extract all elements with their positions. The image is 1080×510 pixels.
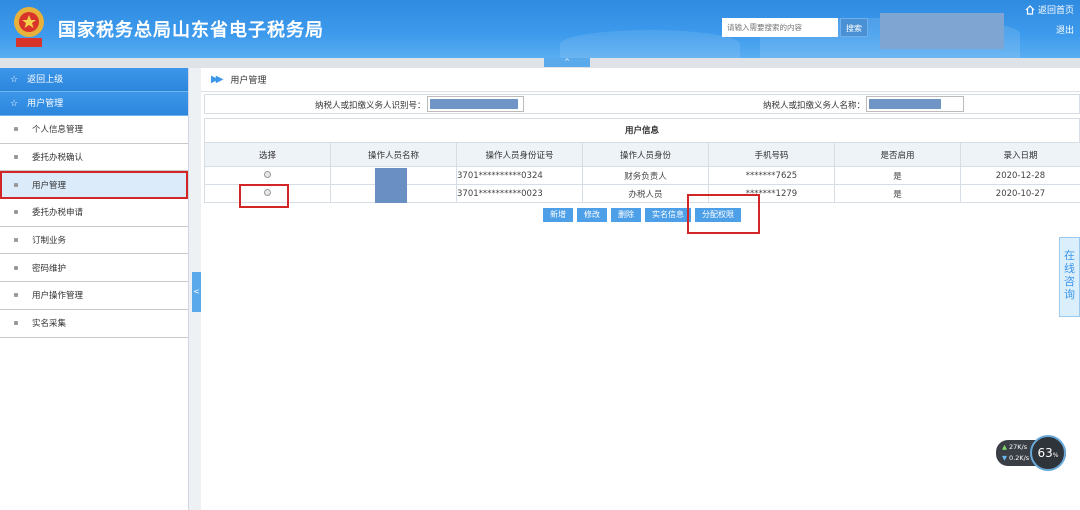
bullet-icon <box>14 238 18 243</box>
header-decoration <box>560 30 740 58</box>
enabled-cell: 是 <box>834 166 961 185</box>
search-input[interactable] <box>722 18 838 37</box>
sidebar-item-label: 密码维护 <box>32 263 67 274</box>
sidebar-item-label: 用户管理 <box>32 180 67 191</box>
role-cell: 财务负责人 <box>582 166 709 185</box>
col-header-role: 操作人员身份 <box>582 142 709 167</box>
date-cell: 2020-12-28 <box>960 166 1080 185</box>
table-row[interactable]: 3701**********0324 财务负责人 *******7625 是 2… <box>204 166 1080 185</box>
breadcrumb-label: 用户管理 <box>230 76 267 86</box>
sidebar: ☆ 返回上级 ☆ 用户管理 个人信息管理 委托办税确认 用户管理 委托办税申请 … <box>0 68 189 510</box>
add-button[interactable]: 新增 <box>543 208 573 222</box>
sidebar-back[interactable]: ☆ 返回上级 <box>0 68 188 92</box>
bullet-icon <box>14 265 18 270</box>
sidebar-item-label: 订制业务 <box>32 236 67 247</box>
date-cell: 2020-10-27 <box>960 184 1080 203</box>
double-arrow-icon: ▶▶ <box>211 74 224 85</box>
breadcrumb: ▶▶ 用户管理 <box>201 68 1080 92</box>
bullet-icon <box>14 155 18 160</box>
logout-link[interactable]: 退出 <box>1056 23 1074 36</box>
site-title: 国家税务总局山东省电子税务局 <box>58 20 324 41</box>
upload-unit: K/s <box>1017 443 1028 451</box>
sidebar-item-label: 委托办税确认 <box>32 153 84 164</box>
sidebar-item-label: 实名采集 <box>32 319 67 330</box>
highlight-box-radio <box>239 184 289 208</box>
sidebar-collapse-button[interactable]: < <box>192 272 201 312</box>
table-title: 用户信息 <box>204 118 1080 142</box>
home-icon <box>1025 4 1035 15</box>
taxpayer-name-label: 纳税人或扣缴义务人名称： <box>763 101 866 111</box>
user-table: 用户信息 选择 操作人员名称 操作人员身份证号 操作人员身份 手机号码 是否启用… <box>204 118 1080 203</box>
col-header-select: 选择 <box>204 142 331 167</box>
star-icon: ☆ <box>10 74 19 85</box>
sidebar-item-delegation-apply[interactable]: 委托办税申请 <box>0 199 188 227</box>
delete-button[interactable]: 删除 <box>611 208 641 222</box>
sidebar-section-header[interactable]: ☆ 用户管理 <box>0 92 188 116</box>
select-cell <box>204 166 331 185</box>
sidebar-item-delegation-confirm[interactable]: 委托办税确认 <box>0 144 188 172</box>
sidebar-item-label: 委托办税申请 <box>32 208 84 219</box>
id-cell: 3701**********0023 <box>456 184 583 203</box>
bullet-icon <box>14 127 18 132</box>
enabled-cell: 是 <box>834 184 961 203</box>
phone-cell: *******7625 <box>708 166 835 185</box>
edit-button[interactable]: 修改 <box>577 208 607 222</box>
redacted-value <box>869 99 941 109</box>
down-arrow-icon: ▼ <box>1002 454 1007 462</box>
sidebar-item-user-operations[interactable]: 用户操作管理 <box>0 282 188 310</box>
home-link[interactable]: 返回首页 <box>1025 3 1074 16</box>
taxpayer-id-label: 纳税人或扣缴义务人识别号： <box>315 101 426 111</box>
sidebar-section-label: 用户管理 <box>27 98 64 109</box>
redacted-value <box>430 99 518 109</box>
id-cell: 3701**********0324 <box>456 166 583 185</box>
usage-gauge: 63% <box>1030 435 1066 471</box>
row-radio[interactable] <box>264 170 271 178</box>
bullet-icon <box>14 210 18 215</box>
sidebar-item-user-management[interactable]: 用户管理 <box>0 171 188 200</box>
home-link-label: 返回首页 <box>1037 6 1074 16</box>
upload-speed: ▲ 27K/s <box>1002 443 1027 451</box>
bullet-icon <box>14 182 18 187</box>
sidebar-item-custom-business[interactable]: 订制业务 <box>0 227 188 255</box>
tax-emblem-icon <box>14 7 44 47</box>
col-header-id: 操作人员身份证号 <box>456 142 583 167</box>
sidebar-item-label: 用户操作管理 <box>32 291 84 302</box>
realname-info-button[interactable]: 实名信息 <box>645 208 691 222</box>
bullet-icon <box>14 321 18 326</box>
header-collapse-strip <box>0 58 1080 68</box>
highlight-box-assign <box>687 194 760 234</box>
taxpayer-name-field[interactable] <box>866 96 964 112</box>
gauge-unit: % <box>1052 452 1059 459</box>
download-unit: K/s <box>1019 454 1030 462</box>
star-icon: ☆ <box>10 98 19 109</box>
user-info-table: 选择 操作人员名称 操作人员身份证号 操作人员身份 手机号码 是否启用 录入日期… <box>204 142 1080 203</box>
table-row[interactable]: 3701**********0023 办税人员 *******1279 是 20… <box>204 184 1080 203</box>
header-collapse-button[interactable]: ^ <box>544 58 590 67</box>
taxpayer-id-field[interactable] <box>427 96 524 112</box>
bullet-icon <box>14 293 18 298</box>
user-info-redacted <box>880 13 1004 49</box>
filter-row: 纳税人或扣缴义务人识别号： 纳税人或扣缴义务人名称： <box>204 94 1080 114</box>
gauge-value: 63 <box>1037 446 1053 460</box>
col-header-enabled: 是否启用 <box>834 142 961 167</box>
download-value: 0.2 <box>1009 454 1020 462</box>
sidebar-item-label: 个人信息管理 <box>32 125 84 136</box>
top-header: 国家税务总局山东省电子税务局 搜索 返回首页 退出 <box>0 0 1080 58</box>
table-header-row: 选择 操作人员名称 操作人员身份证号 操作人员身份 手机号码 是否启用 录入日期 <box>204 142 1080 167</box>
redacted-name-block <box>375 168 407 203</box>
sidebar-item-password[interactable]: 密码维护 <box>0 254 188 283</box>
search-button[interactable]: 搜索 <box>840 18 868 37</box>
download-speed: ▼ 0.2K/s <box>1002 454 1029 462</box>
main-content: ▶▶ 用户管理 纳税人或扣缴义务人识别号： 纳税人或扣缴义务人名称： 用户信息 … <box>201 68 1080 510</box>
col-header-date: 录入日期 <box>960 142 1080 167</box>
up-arrow-icon: ▲ <box>1002 443 1007 451</box>
sidebar-back-label: 返回上级 <box>27 74 64 85</box>
sidebar-item-personal-info[interactable]: 个人信息管理 <box>0 116 188 144</box>
sidebar-item-realname[interactable]: 实名采集 <box>0 310 188 338</box>
col-header-name: 操作人员名称 <box>330 142 457 167</box>
online-consult-button[interactable]: 在线咨询 <box>1059 237 1080 317</box>
col-header-phone: 手机号码 <box>708 142 835 167</box>
